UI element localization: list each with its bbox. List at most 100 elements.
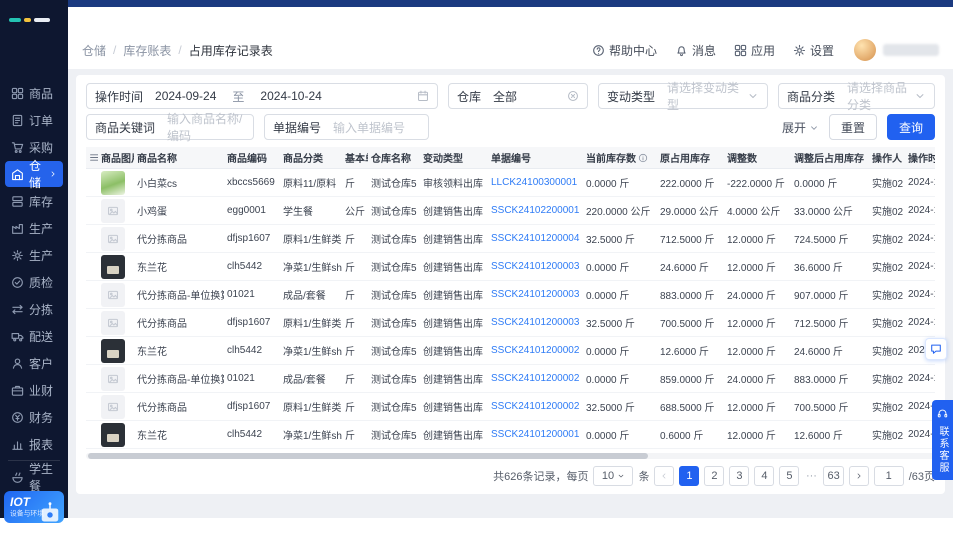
clear-icon-slot[interactable]	[567, 90, 579, 102]
keyword-input[interactable]: 商品关键词 输入商品名称/编码	[86, 112, 254, 143]
cell-text: 小白菜cs	[137, 179, 177, 190]
document-link[interactable]: SSCK24102200001	[491, 205, 579, 216]
contact-support-button[interactable]: 联系客服	[932, 400, 953, 480]
header-action-messages[interactable]: 消息	[675, 42, 716, 59]
next-page-button[interactable]	[848, 466, 869, 486]
occupied-inventory-table: 商品图片商品名称 商品编码 商品分类 基本单位仓库名称 变动类型 单据编号 当前库存数 原占用…	[86, 147, 935, 449]
sidebar-item-customer[interactable]: 客户	[5, 350, 63, 376]
page-button[interactable]: 63	[823, 466, 844, 486]
column-header-content: 变动类型	[423, 150, 463, 165]
document-link[interactable]: SSCK24101200001	[491, 429, 579, 440]
cell-text: 创建销售出库	[423, 319, 483, 330]
cell-text: 测试仓库5	[371, 375, 417, 386]
sidebar-item-orders[interactable]: 订单	[5, 107, 63, 133]
page-size-select[interactable]: 10	[593, 466, 634, 486]
sidebar-item-business-finance[interactable]: 业财	[5, 377, 63, 403]
cell-code: 01021	[224, 365, 280, 393]
document-link[interactable]: SSCK24101200002	[491, 401, 579, 412]
cell-text: 创建销售出库	[423, 291, 483, 302]
cell-adjustment: 12.0000 斤	[724, 337, 791, 365]
sidebar-item-goods[interactable]: 商品	[5, 80, 63, 106]
cell-warehouse: 测试仓库5	[368, 421, 420, 449]
column-label: 商品图片	[101, 154, 134, 165]
cell-text: 36.6000 斤	[794, 263, 843, 274]
page-button[interactable]: 5	[779, 466, 800, 486]
header-action-help[interactable]: 帮助中心	[592, 42, 657, 59]
document-link[interactable]: SSCK24101200003	[491, 289, 579, 300]
cell-name: 东兰花	[134, 253, 224, 281]
sidebar-item-quality[interactable]: 质检	[5, 269, 63, 295]
cell-text: 12.6000 斤	[794, 431, 843, 442]
inventory-icon	[12, 195, 23, 207]
sidebar-item-sorting[interactable]: 分拣	[5, 296, 63, 322]
warehouse-select[interactable]: 仓库 全部	[448, 83, 588, 109]
header-action-settings[interactable]: 设置	[793, 42, 834, 59]
cell-name: 代分拣商品-单位换算	[134, 281, 224, 309]
iot-banner[interactable]: IOT 设备与环境	[4, 491, 64, 523]
header-action-apps[interactable]: 应用	[734, 42, 775, 59]
sidebar-item-finance[interactable]: 财务	[5, 404, 63, 430]
page-button[interactable]: 1	[679, 466, 700, 486]
reset-button[interactable]: 重置	[828, 114, 877, 140]
horizontal-scrollbar[interactable]	[86, 453, 935, 459]
page-jump-input[interactable]: 1	[873, 466, 904, 486]
user-menu[interactable]	[854, 39, 939, 61]
document-link[interactable]: SSCK24101200003	[491, 317, 579, 328]
column-settings-button[interactable]	[86, 147, 98, 169]
sidebar-item-production-alt[interactable]: 生产	[5, 242, 63, 268]
operation-time-range-picker[interactable]: 操作时间 2024-09-24 至 2024-10-24	[86, 83, 438, 109]
cell-text: 222.0000 斤	[660, 179, 715, 190]
page-button[interactable]: 3	[729, 466, 750, 486]
sidebar-item-report[interactable]: 报表	[5, 431, 63, 457]
customer-service-chat-button[interactable]	[925, 338, 947, 360]
content-area: 操作时间 2024-09-24 至 2024-10-24 仓库 全部 变动类型 …	[68, 69, 953, 518]
sidebar-item-production[interactable]: 生产	[5, 215, 63, 241]
sidebar-item-warehouse[interactable]: 仓储	[5, 159, 63, 190]
product-image-cell	[98, 393, 134, 421]
sidebar-item-inventory[interactable]: 库存	[5, 188, 63, 214]
cell-text: 斤	[345, 235, 355, 246]
cell-text: 12.0000 斤	[727, 431, 776, 442]
keyword-placeholder: 输入商品名称/编码	[167, 112, 243, 143]
document-link[interactable]: SSCK24101200002	[491, 373, 579, 384]
page-button[interactable]: 4	[754, 466, 775, 486]
student-meal-icon	[12, 471, 23, 483]
scrollbar-thumb[interactable]	[88, 453, 648, 459]
breadcrumb-item[interactable]: 仓储	[82, 42, 106, 59]
doc-number-input[interactable]: 单据编号 输入单据编号	[264, 114, 429, 140]
document-link[interactable]: SSCK24101200003	[491, 261, 579, 272]
app-window: 商品 订单 采购 仓储 库存 生产 生产 质检 分拣 配送 客户 业财 财务 报表 学生餐 IOT 设备与环…	[0, 0, 953, 554]
business-finance-icon	[11, 385, 24, 396]
chat-icon-slot	[930, 340, 942, 358]
change-type-select[interactable]: 变动类型 请选择变动类型	[598, 81, 768, 112]
search-button[interactable]: 查询	[886, 114, 935, 140]
cell-text: 创建销售出库	[423, 347, 483, 358]
expand-toggle[interactable]: 展开	[782, 119, 819, 136]
sidebar-item-label: 库存	[29, 194, 54, 209]
chevron-down-icon	[749, 94, 757, 99]
page-button[interactable]: 2	[704, 466, 725, 486]
iot-device-illustration	[41, 502, 59, 522]
product-image	[101, 310, 125, 335]
document-link[interactable]: SSCK24101200002	[491, 345, 579, 356]
cell-adjustment: 12.0000 斤	[724, 253, 791, 281]
header-actions: 帮助中心 消息 应用 设置	[592, 42, 834, 59]
product-image-cell	[98, 225, 134, 253]
column-header-content: 操作时间	[908, 150, 935, 165]
sidebar-item-student-meal[interactable]: 学生餐	[5, 462, 63, 493]
column-header: 单据编号	[488, 147, 583, 169]
document-link[interactable]: SSCK24101200004	[491, 233, 579, 244]
prev-page-button[interactable]	[654, 466, 675, 486]
breadcrumb-item[interactable]: 库存账表	[123, 42, 171, 59]
quality-icon	[12, 276, 23, 288]
sidebar-item-delivery[interactable]: 配送	[5, 323, 63, 349]
category-select[interactable]: 商品分类 请选择商品分类	[778, 81, 935, 112]
cell-unit: 斤	[342, 337, 368, 365]
document-link[interactable]: LLCK24100300001	[491, 177, 577, 188]
row-spacer	[86, 197, 98, 225]
column-header: 商品图片	[98, 147, 134, 169]
cell-text: 测试仓库5	[371, 179, 417, 190]
cell-text: 实施02	[872, 179, 904, 190]
cell-unit: 斤	[342, 365, 368, 393]
cell-time: 2024-10-2	[905, 169, 935, 197]
